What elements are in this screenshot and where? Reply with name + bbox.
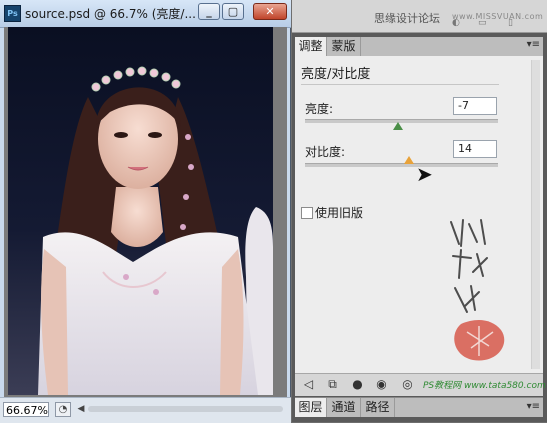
contrast-label: 对比度: [305, 145, 346, 159]
photo-image [8, 27, 273, 395]
brightness-label: 亮度: [305, 102, 334, 116]
adjustment-heading: 亮度/对比度 [301, 67, 371, 82]
adjustments-body: 亮度/对比度 亮度: -7 对比度: 14 ➤ 使用旧版 [295, 56, 543, 373]
visibility-icon[interactable]: ◉ [373, 377, 390, 392]
tab-layers[interactable]: 图层 [295, 398, 327, 417]
fit-window-icon[interactable]: ⧉ [324, 377, 341, 392]
back-arrow-icon[interactable]: ◁ [300, 377, 317, 392]
tab-channels[interactable]: 通道 [327, 398, 361, 417]
maximize-icon: ▢ [227, 5, 239, 18]
adjustments-footer: ◁ ⧉ ● ◉ ◎ PS教程网 www.tata580.com [295, 373, 546, 396]
tab-masks[interactable]: 蒙版 [327, 37, 361, 56]
close-icon: ✕ [265, 5, 275, 18]
layers-tab-bar: 图层 通道 路径 ▾≡ [295, 397, 543, 417]
heading-divider [301, 84, 499, 85]
minimize-button[interactable]: _ [198, 3, 220, 20]
layers-menu-icon[interactable]: ▾≡ [527, 401, 540, 412]
top-panel-strip: 思缘设计论坛 www.MISSVUAN.com ◐ ▭ ▯ [292, 0, 547, 33]
scroll-left-arrow-icon[interactable]: ◀ [75, 402, 87, 417]
zoom-level-field[interactable]: 66.67% [3, 402, 49, 417]
document-info-icon[interactable]: ◔ [55, 402, 71, 417]
watermark-text: 思缘设计论坛 [374, 12, 440, 25]
calligraphy-seal-watermark [450, 219, 505, 361]
contrast-input[interactable]: 14 [453, 140, 497, 158]
adjustments-tab-bar: 调整 蒙版 ▾≡ [295, 37, 543, 57]
watermark-url: www.MISSVUAN.com [452, 12, 544, 21]
minimize-icon: _ [206, 5, 212, 18]
footer-watermark: PS教程网 www.tata580.com [423, 381, 546, 391]
mouse-cursor-icon: ➤ [416, 162, 433, 186]
canvas-area[interactable] [4, 27, 287, 397]
photoshop-logo-icon: Ps [4, 5, 21, 22]
maximize-button[interactable]: ▢ [222, 3, 244, 20]
panel-menu-icon[interactable]: ▾≡ [527, 39, 540, 50]
clip-layer-icon[interactable]: ● [349, 377, 366, 392]
document-window: Ps source.psd @ 66.7% (亮度/... _ ▢ ✕ 66.6… [0, 0, 291, 423]
adjustments-scrollbar[interactable] [531, 60, 540, 369]
contrast-slider-thumb[interactable] [404, 156, 415, 164]
layer-mask-icon[interactable]: ◐ [452, 19, 462, 28]
brightness-input[interactable]: -7 [453, 97, 497, 115]
contrast-slider-track[interactable] [305, 163, 498, 167]
use-legacy-checkbox[interactable] [301, 207, 313, 219]
tab-adjustments[interactable]: 调整 [295, 37, 327, 56]
document-titlebar[interactable]: Ps source.psd @ 66.7% (亮度/... _ ▢ ✕ [0, 0, 291, 28]
document-status-bar: 66.67% ◔ ◀ [0, 397, 291, 423]
trash-icon[interactable]: ▯ [508, 19, 518, 28]
eye-icon[interactable]: ◎ [399, 377, 416, 392]
brightness-slider-thumb[interactable] [392, 122, 403, 130]
tab-paths[interactable]: 路径 [361, 398, 395, 417]
use-legacy-label: 使用旧版 [315, 206, 364, 220]
new-layer-icon[interactable]: ▭ [478, 19, 488, 28]
right-panel-dock: 思缘设计论坛 www.MISSVUAN.com ◐ ▭ ▯ 调整 蒙版 ▾≡ 亮… [292, 0, 547, 422]
close-button[interactable]: ✕ [253, 3, 287, 20]
document-title: source.psd @ 66.7% (亮度/... [25, 7, 196, 21]
horizontal-scrollbar[interactable] [88, 406, 283, 412]
